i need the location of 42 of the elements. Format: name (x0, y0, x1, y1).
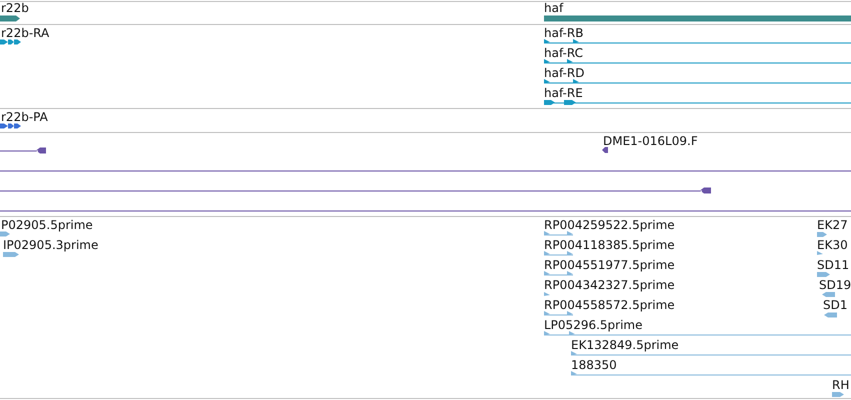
feature-label: RP004558572.5prime (544, 298, 675, 312)
feature-label: P02905.5prime (1, 218, 93, 232)
gene-glyph (0, 16, 20, 22)
feature-label: IP02905.3prime (3, 238, 98, 252)
feature-label: DME1-016L09.F (603, 134, 698, 148)
est-glyph (817, 251, 823, 255)
feature-label: RP004342327.5prime (544, 278, 675, 292)
feature-label: SD19 (819, 278, 851, 292)
feature-label: haf-RC (544, 46, 583, 60)
protein-glyph (0, 124, 21, 128)
feature-label: r22b-RA (1, 26, 50, 40)
feature-label: RP004551977.5prime (544, 258, 675, 272)
feature-label: EK30 (817, 238, 848, 252)
feature-label: LP05296.5prime (544, 318, 643, 332)
feature-label: haf-RD (544, 66, 584, 80)
est-glyph (544, 231, 573, 236)
est-glyph (824, 312, 837, 318)
feature-label: SD1 (823, 298, 848, 312)
feature-label: haf (544, 1, 564, 15)
est-glyph (544, 292, 550, 296)
est-glyph (0, 232, 10, 236)
feature-label: r22b (1, 1, 29, 15)
feature-label: haf-RE (544, 86, 583, 100)
feature-label: RP004118385.5prime (544, 238, 675, 252)
clone-glyph (0, 148, 46, 154)
feature-label: haf-RB (544, 26, 584, 40)
feature-label: 188350 (571, 358, 617, 372)
feature-label: EK27 (817, 218, 848, 232)
est-glyph (544, 271, 573, 276)
est-glyph (817, 232, 827, 237)
est-glyph (544, 251, 573, 256)
feature-label: EK132849.5prime (571, 338, 679, 352)
est-glyph (817, 272, 830, 277)
est-glyph (544, 311, 573, 316)
transcript-glyph (0, 40, 21, 44)
est-glyph (822, 292, 835, 297)
est-glyph (3, 252, 19, 257)
feature-label: SD11 (817, 258, 850, 272)
feature-label: r22b-PA (1, 110, 48, 124)
clone-glyph (602, 147, 608, 153)
feature-label: RH (832, 378, 850, 392)
feature-label: RP004259522.5prime (544, 218, 675, 232)
